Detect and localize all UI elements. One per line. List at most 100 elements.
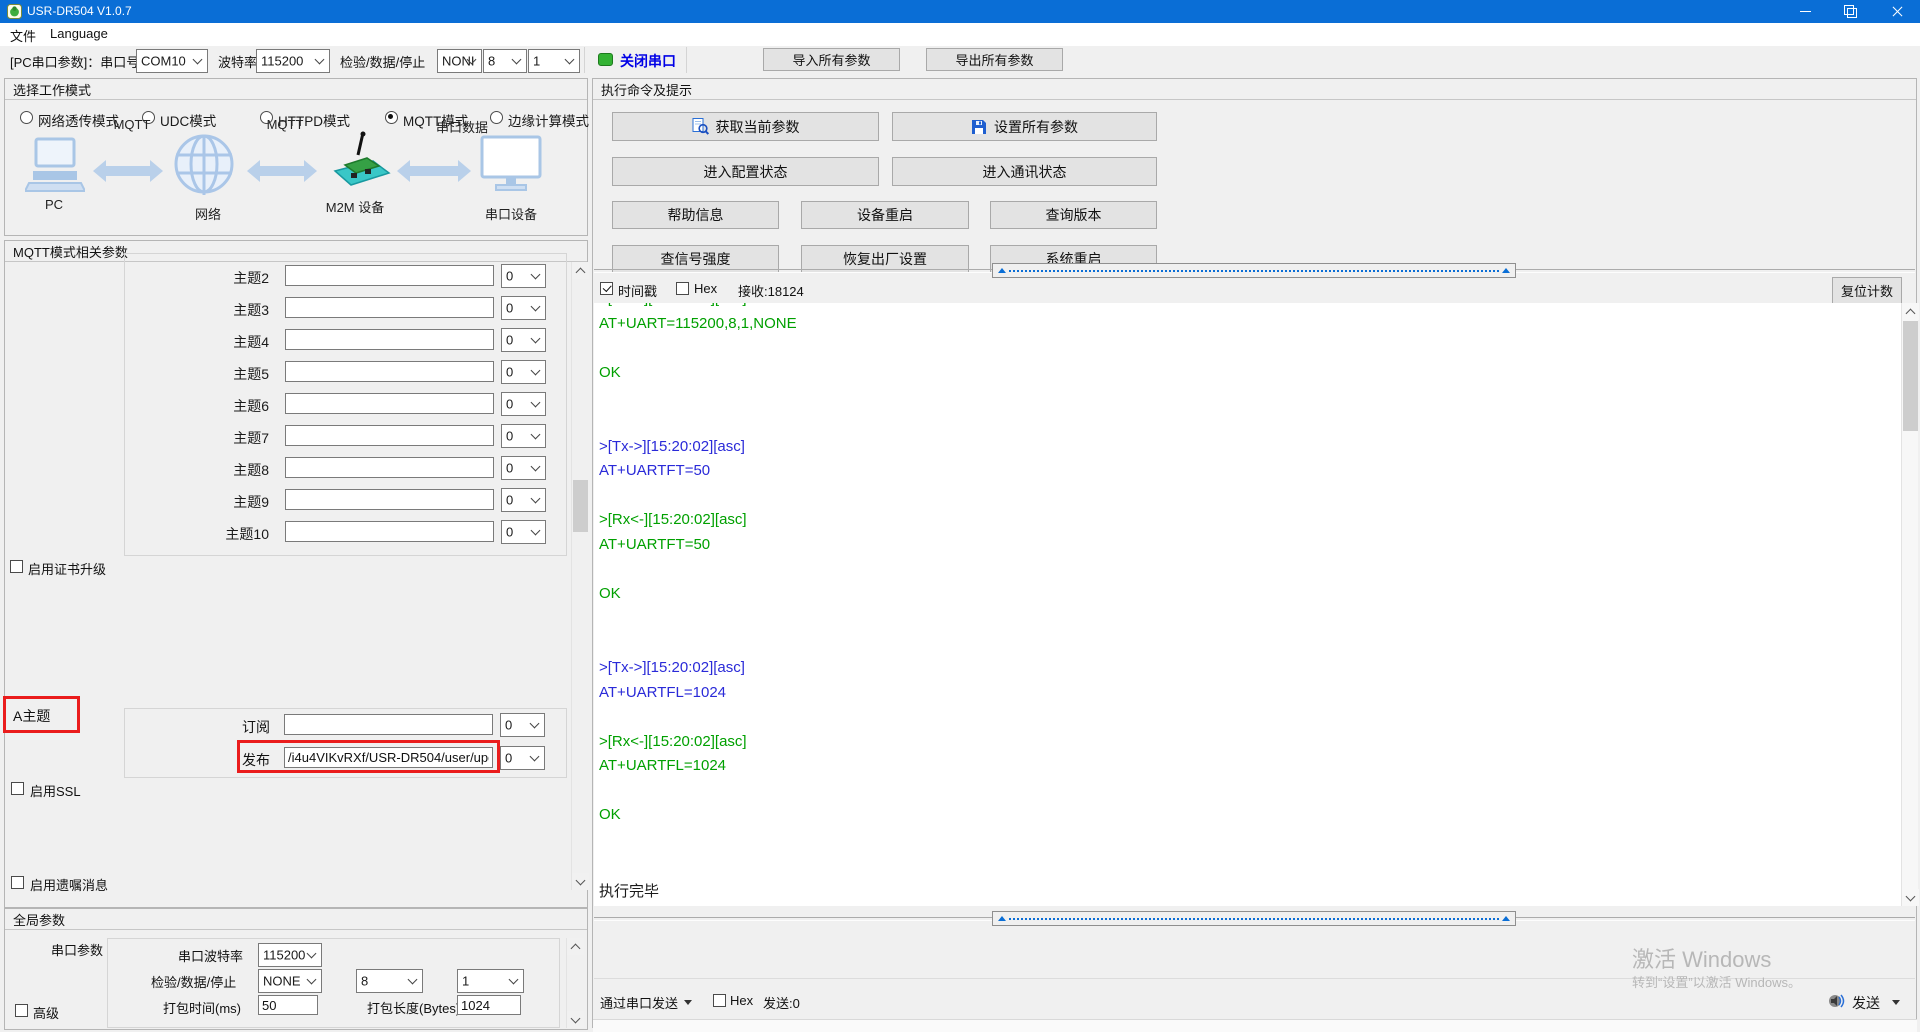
work-mode-header-label: 选择工作模式 xyxy=(13,80,91,99)
com-port-value: COM10 xyxy=(141,54,186,69)
log-line: >[Tx->][15:20:02][asc] xyxy=(599,438,797,463)
subscribe-qos-select[interactable]: 0 xyxy=(500,713,545,737)
send-button[interactable]: 发送 xyxy=(1828,990,1908,1014)
topic-input[interactable] xyxy=(285,361,494,382)
topic-input[interactable] xyxy=(285,489,494,510)
reset-count-button[interactable]: 复位计数 xyxy=(1832,277,1902,304)
log-hex-checkbox[interactable] xyxy=(676,282,689,295)
topic-input[interactable] xyxy=(285,393,494,414)
export-params-button[interactable]: 导出所有参数 xyxy=(926,48,1063,71)
publish-qos-select[interactable]: 0 xyxy=(500,746,545,770)
serial-open-indicator-icon xyxy=(598,53,613,66)
global-parity-select[interactable]: NONE xyxy=(258,969,322,993)
scroll-down-button[interactable] xyxy=(567,1011,584,1028)
log-line: >[Tx->][15:20:02][asc] xyxy=(599,659,797,684)
cert-upgrade-checkbox[interactable] xyxy=(10,560,23,573)
cmd-button-进入通讯状态[interactable]: 进入通讯状态 xyxy=(892,157,1157,186)
topic-input[interactable] xyxy=(285,521,494,542)
topic-qos-select[interactable]: 0 xyxy=(501,456,546,480)
cmd-button-设备重启[interactable]: 设备重启 xyxy=(801,201,969,229)
import-params-button[interactable]: 导入所有参数 xyxy=(763,48,900,71)
send-hex-checkbox[interactable] xyxy=(713,994,726,1007)
global-parity-label: 检验/数据/停止 xyxy=(151,972,236,991)
will-message-checkbox[interactable] xyxy=(11,876,24,889)
topic-qos-select[interactable]: 0 xyxy=(501,392,546,416)
close-serial-button[interactable]: 关闭串口 xyxy=(596,48,682,72)
topic-input[interactable] xyxy=(285,265,494,286)
cmd-button-查询版本[interactable]: 查询版本 xyxy=(990,201,1157,229)
menu-language[interactable]: Language xyxy=(50,26,108,41)
global-baud-select[interactable]: 115200 xyxy=(258,943,322,967)
send-via-serial-button[interactable]: 通过串口发送 xyxy=(600,992,695,1012)
advanced-checkbox[interactable] xyxy=(15,1004,28,1017)
scroll-up-button[interactable] xyxy=(572,262,589,279)
global-baud-label: 串口波特率 xyxy=(178,946,243,965)
radio-icon xyxy=(20,111,33,124)
serial-monitor-icon xyxy=(479,135,543,195)
close-button[interactable] xyxy=(1874,0,1920,23)
timestamp-checkbox[interactable] xyxy=(600,282,613,295)
device-label: M2M 设备 xyxy=(326,197,385,216)
log-scrollbar[interactable] xyxy=(1901,303,1918,906)
topic-input[interactable] xyxy=(285,425,494,446)
topic-qos-select[interactable]: 0 xyxy=(501,296,546,320)
subscribe-input[interactable] xyxy=(284,714,493,735)
menu-file[interactable]: 文件 xyxy=(10,26,36,45)
parity-select[interactable]: NONI xyxy=(437,49,482,73)
stopbits-select[interactable]: 1 xyxy=(528,49,580,73)
net-label: 网络 xyxy=(195,204,221,223)
global-databits-select[interactable]: 8 xyxy=(356,969,423,993)
cmd-button-设置所有参数[interactable]: 设置所有参数 xyxy=(892,112,1157,141)
topic-qos-select[interactable]: 0 xyxy=(501,520,546,544)
log-line: >[Rx<-][15:20:02][asc] xyxy=(599,733,797,758)
databits-select[interactable]: 8 xyxy=(483,49,527,73)
chevron-down-icon xyxy=(512,55,522,65)
topic-qos-value: 0 xyxy=(506,301,513,316)
scrollbar-thumb[interactable] xyxy=(1903,321,1918,431)
scroll-down-button[interactable] xyxy=(1902,889,1919,906)
topic-qos-select[interactable]: 0 xyxy=(501,424,546,448)
caret-down-icon xyxy=(684,1000,692,1005)
minimize-button[interactable] xyxy=(1782,0,1828,23)
cmd-button-进入配置状态[interactable]: 进入配置状态 xyxy=(612,157,879,186)
pack-time-input[interactable] xyxy=(258,995,318,1015)
topic-label: 主题6 xyxy=(125,396,269,416)
pack-len-input[interactable] xyxy=(457,995,521,1015)
com-port-select[interactable]: COM10 xyxy=(136,49,208,73)
global-stopbits-select[interactable]: 1 xyxy=(457,969,524,993)
app-icon xyxy=(7,4,22,19)
chevron-down-icon xyxy=(531,430,541,440)
cert-upgrade-label: 启用证书升级 xyxy=(28,559,106,578)
restore-button[interactable] xyxy=(1828,0,1874,23)
log-output[interactable]: >[Rx<-][15:20:02][asc]AT+UART=115200,8,1… xyxy=(594,303,1901,906)
scroll-up-button[interactable] xyxy=(1902,303,1919,320)
cmd-button-帮助信息[interactable]: 帮助信息 xyxy=(612,201,779,229)
topic-input[interactable] xyxy=(285,457,494,478)
chevron-down-icon xyxy=(571,1014,581,1024)
topic-input[interactable] xyxy=(285,297,494,318)
mqtt-panel-scrollbar[interactable] xyxy=(571,262,588,890)
cmd-button-label: 恢复出厂设置 xyxy=(843,249,927,269)
log-line xyxy=(599,339,797,364)
topic-qos-select[interactable]: 0 xyxy=(501,264,546,288)
global-panel-scrollbar[interactable] xyxy=(566,938,583,1028)
topic-qos-select[interactable]: 0 xyxy=(501,488,546,512)
topic-qos-select[interactable]: 0 xyxy=(501,328,546,352)
baud-select[interactable]: 115200 xyxy=(256,49,330,73)
topic-label: 主题4 xyxy=(125,332,269,352)
topic-qos-value: 0 xyxy=(506,397,513,412)
topic-input[interactable] xyxy=(285,329,494,350)
chevron-down-icon xyxy=(531,398,541,408)
splitter-handle-bottom[interactable] xyxy=(992,911,1516,926)
chevron-down-icon xyxy=(531,334,541,344)
scroll-up-button[interactable] xyxy=(567,938,584,955)
cmd-button-获取当前参数[interactable]: 获取当前参数 xyxy=(612,112,879,141)
topic-qos-select[interactable]: 0 xyxy=(501,360,546,384)
chevron-down-icon xyxy=(509,975,519,985)
timestamp-label: 时间戳 xyxy=(618,281,657,300)
publish-input[interactable] xyxy=(284,747,493,768)
scroll-down-button[interactable] xyxy=(572,873,589,890)
ssl-checkbox[interactable] xyxy=(11,782,24,795)
splitter-handle-top[interactable] xyxy=(992,263,1516,278)
scrollbar-thumb[interactable] xyxy=(573,480,588,532)
